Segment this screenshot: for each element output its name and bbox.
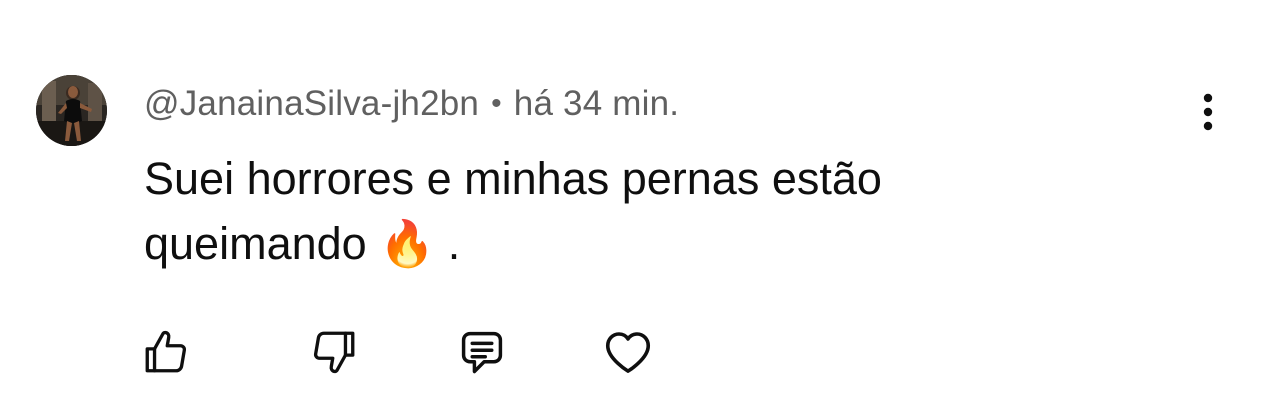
like-button[interactable] — [136, 324, 196, 380]
dislike-button[interactable] — [304, 324, 364, 380]
fire-emoji: 🔥 — [379, 217, 436, 270]
comment-actions — [0, 320, 1280, 384]
comment-item: @JanainaSilva-jh2bn • há 34 min. Suei ho… — [0, 0, 1280, 417]
comment-text-main: Suei horrores e minhas pernas estão quei… — [144, 153, 882, 269]
reply-comment-icon — [456, 326, 508, 378]
avatar[interactable] — [36, 75, 107, 146]
avatar-image — [36, 75, 107, 146]
thumbs-down-icon — [309, 327, 359, 377]
thumbs-up-icon — [141, 327, 191, 377]
heart-icon — [601, 325, 655, 379]
author-handle[interactable]: @JanainaSilva-jh2bn — [144, 84, 479, 124]
more-vertical-icon — [1202, 92, 1214, 132]
meta-separator: • — [491, 87, 502, 120]
more-options-button[interactable] — [1190, 90, 1226, 134]
comment-timestamp[interactable]: há 34 min. — [514, 84, 679, 124]
heart-button[interactable] — [598, 324, 658, 380]
comment-text: Suei horrores e minhas pernas estão quei… — [144, 146, 1104, 276]
comment-text-tail: . — [435, 218, 461, 269]
comment-header: @JanainaSilva-jh2bn • há 34 min. — [144, 82, 679, 126]
reply-button[interactable] — [452, 324, 512, 380]
